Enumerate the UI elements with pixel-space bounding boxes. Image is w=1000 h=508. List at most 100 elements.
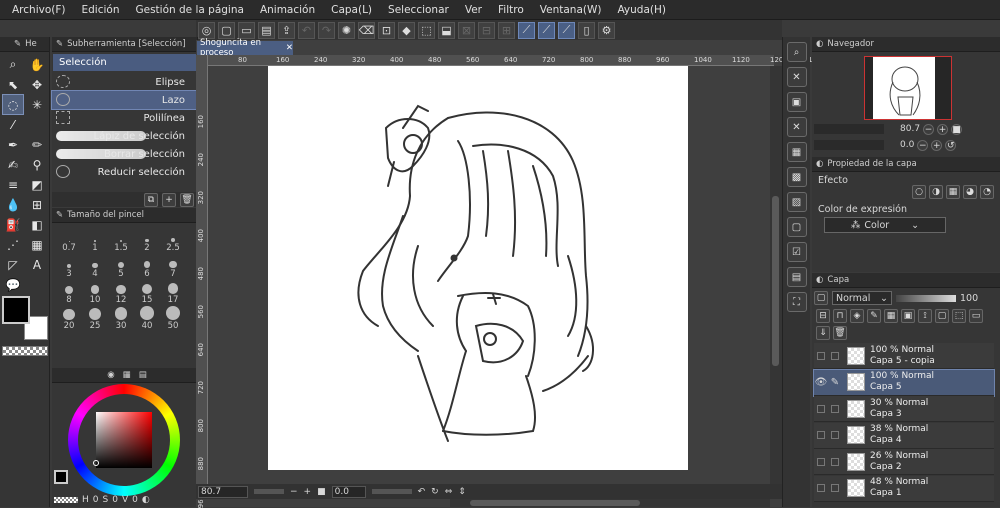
visibility-toggle[interactable] bbox=[814, 449, 828, 475]
text-icon[interactable]: A bbox=[27, 255, 47, 274]
transparent-mini-swatch[interactable] bbox=[54, 496, 78, 503]
gradient-icon[interactable]: ◧ bbox=[27, 215, 47, 234]
layer-color-icon[interactable]: ▢ bbox=[814, 291, 828, 305]
mask-icon[interactable]: ▣ bbox=[901, 309, 915, 323]
move-layer-icon[interactable]: ✥ bbox=[27, 75, 47, 94]
opacity-slider[interactable] bbox=[896, 294, 956, 302]
figure-icon[interactable]: ⊞ bbox=[27, 195, 47, 214]
new-vector-icon[interactable]: ⬚ bbox=[952, 309, 966, 323]
brush-size-cell[interactable]: 20 bbox=[56, 305, 82, 331]
menu-archivo[interactable]: Archivo(F) bbox=[4, 4, 73, 16]
pencil-icon[interactable]: ✏ bbox=[27, 135, 47, 154]
blend-icon[interactable]: 💧 bbox=[3, 195, 23, 214]
app-logo-icon[interactable]: ◎ bbox=[198, 21, 215, 39]
effect-pattern-icon[interactable]: ▦ bbox=[946, 185, 960, 199]
zoom-slider-icon[interactable] bbox=[254, 489, 284, 494]
visibility-toggle[interactable]: 👁 bbox=[814, 369, 828, 395]
material-image-icon[interactable]: ▨ bbox=[786, 192, 807, 212]
redo-icon[interactable]: ↷ bbox=[318, 21, 335, 39]
clear-icon[interactable]: ⌫ bbox=[358, 21, 375, 39]
effect-layer-color-icon[interactable]: ◔ bbox=[980, 185, 994, 199]
main-color-swatch[interactable] bbox=[2, 296, 30, 324]
new-file-icon[interactable]: ▢ bbox=[218, 21, 235, 39]
color-wheel-tab-icon[interactable]: ◉ bbox=[107, 370, 114, 380]
menu-ver[interactable]: Ver bbox=[457, 4, 490, 16]
effect-color-icon[interactable]: ◕ bbox=[963, 185, 977, 199]
color-slider-tab-icon[interactable]: ▤ bbox=[139, 370, 147, 380]
snap-grid-icon[interactable]: ⟋ bbox=[558, 21, 575, 39]
nav-fit-icon[interactable]: ■ bbox=[951, 124, 963, 135]
subtool-item-elipse[interactable]: Elipse bbox=[52, 73, 197, 91]
layer-row[interactable]: 38 % Normal Capa 4 bbox=[814, 422, 994, 449]
magic-wand-icon[interactable]: ✳ bbox=[27, 95, 47, 114]
zoom-out-icon[interactable]: − bbox=[290, 487, 298, 497]
transform-icon[interactable]: ⊡ bbox=[378, 21, 395, 39]
flip-vertical-icon[interactable]: ⇕ bbox=[458, 487, 466, 497]
clip-icon[interactable]: ⊓ bbox=[833, 309, 847, 323]
snap-special-ruler-icon[interactable]: ⟋ bbox=[538, 21, 555, 39]
menu-edicion[interactable]: Edición bbox=[73, 4, 127, 16]
horizontal-scroll-thumb[interactable] bbox=[470, 500, 640, 506]
merge-down-icon[interactable]: ⇓ bbox=[816, 326, 830, 340]
open-file-icon[interactable]: ▭ bbox=[238, 21, 255, 39]
v-value[interactable]: 0 bbox=[132, 495, 138, 505]
lock-toggle[interactable] bbox=[828, 449, 842, 475]
lock-toggle[interactable] bbox=[828, 343, 842, 369]
brush-size-cell[interactable]: 10 bbox=[82, 279, 108, 305]
visibility-toggle[interactable] bbox=[814, 475, 828, 501]
reference-icon[interactable]: ◈ bbox=[850, 309, 864, 323]
brush-size-cell[interactable]: 12 bbox=[108, 279, 134, 305]
draft-icon[interactable]: ✎ bbox=[867, 309, 881, 323]
invert-selection-icon[interactable]: ⬓ bbox=[438, 21, 455, 39]
menu-ayuda[interactable]: Ayuda(H) bbox=[609, 4, 674, 16]
brush-size-cell[interactable]: 5 bbox=[108, 253, 134, 279]
effect-tone-icon[interactable]: ◑ bbox=[929, 185, 943, 199]
zoom-tool-icon[interactable]: ⌕ bbox=[3, 55, 23, 74]
eyedropper-icon[interactable]: ⁄ bbox=[3, 115, 23, 134]
fit-icon[interactable]: ■ bbox=[317, 487, 326, 497]
rotate-left-icon[interactable]: ↶ bbox=[418, 487, 426, 497]
material-pattern-icon[interactable]: ▩ bbox=[786, 167, 807, 187]
color-picker-handle[interactable] bbox=[93, 460, 99, 466]
subtool-item-polilinea[interactable]: Polilínea bbox=[52, 109, 197, 127]
transparent-swatch[interactable] bbox=[2, 346, 48, 356]
brush-size-cell[interactable]: 25 bbox=[82, 305, 108, 331]
ruler-show-icon[interactable]: ⟟ bbox=[918, 309, 932, 323]
vector-icon[interactable]: ⋰ bbox=[3, 235, 23, 254]
balloon-icon[interactable]: 💬 bbox=[3, 275, 23, 294]
nav-zoom-in-icon[interactable]: + bbox=[937, 124, 949, 135]
pen-icon[interactable]: ✒ bbox=[3, 135, 23, 154]
save-icon[interactable]: ▤ bbox=[258, 21, 275, 39]
layer-row[interactable]: 100 % Normal Capa 5 - copia bbox=[814, 343, 994, 369]
delete-layer-icon[interactable]: 🗑 bbox=[833, 326, 847, 340]
visibility-toggle[interactable] bbox=[814, 422, 828, 448]
export-icon[interactable]: ⇪ bbox=[278, 21, 295, 39]
brush-size-cell[interactable]: 4 bbox=[82, 253, 108, 279]
lock-transparency-icon[interactable]: ▦ bbox=[884, 309, 898, 323]
rotation-slider-icon[interactable] bbox=[371, 489, 412, 494]
effect-border-icon[interactable]: ○ bbox=[912, 185, 926, 199]
snap-icon[interactable]: ⊞ bbox=[498, 21, 515, 39]
nav-rotate-left-icon[interactable]: − bbox=[917, 140, 929, 151]
subtool-group-tab[interactable]: Selección bbox=[53, 54, 196, 71]
color-mode-icon[interactable]: ◐ bbox=[142, 495, 150, 505]
layer-lock-icon[interactable]: ⊟ bbox=[816, 309, 830, 323]
drawing-canvas[interactable] bbox=[268, 66, 688, 470]
brush-size-cell[interactable]: 7 bbox=[160, 253, 186, 279]
vertical-scroll-thumb[interactable] bbox=[772, 196, 779, 366]
flip-icon[interactable]: ⇔ bbox=[445, 487, 453, 497]
material-photo-icon[interactable]: ▤ bbox=[786, 267, 807, 287]
menu-seleccionar[interactable]: Seleccionar bbox=[380, 4, 457, 16]
visibility-toggle[interactable] bbox=[814, 343, 828, 369]
document-tab[interactable]: Shoguncita en proceso ✕ bbox=[197, 38, 293, 58]
layer-row[interactable]: 48 % Normal Capa 1 bbox=[814, 475, 994, 502]
material-check-icon[interactable]: ☑ bbox=[786, 242, 807, 262]
mini-main-color[interactable] bbox=[54, 470, 68, 484]
nav-rotation-value[interactable]: 0.0 bbox=[900, 140, 914, 151]
s-value[interactable]: 0 bbox=[112, 495, 118, 505]
material-3d-icon[interactable]: ⛶ bbox=[786, 292, 807, 312]
brush-size-cell[interactable]: 8 bbox=[56, 279, 82, 305]
brush-icon[interactable]: ✍ bbox=[3, 155, 23, 174]
nav-zoom-slider[interactable] bbox=[814, 124, 884, 134]
airbrush-icon[interactable]: ⚲ bbox=[27, 155, 47, 174]
